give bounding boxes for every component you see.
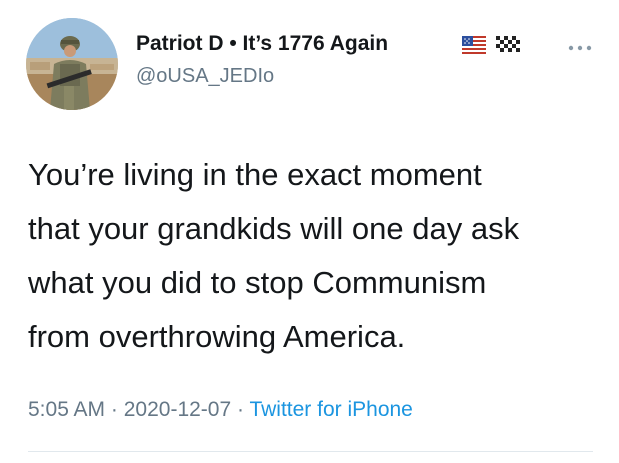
us-flag-icon [462,36,486,54]
avatar-soldier-image [26,18,118,110]
avatar[interactable] [26,18,118,110]
divider [28,451,593,452]
more-options-icon[interactable] [566,40,594,51]
meta-separator: · [105,398,124,421]
tweet-date[interactable]: 2020-12-07 [124,398,231,421]
meta-separator: · [231,398,250,421]
tweet-metadata: 5:05 AM · 2020-12-07 · Twitter for iPhon… [28,398,413,422]
tweet-source-link[interactable]: Twitter for iPhone [249,398,412,421]
tweet-card: Patriot D • It’s 1776 Again @oUSA_JEDIo … [0,0,619,463]
tweet-text-line: that your grandkids will one day ask [28,211,520,246]
tweet-time[interactable]: 5:05 AM [28,398,105,421]
tweet-text-line: You’re living in the exact moment [28,157,482,192]
tweet-text: You’re living in the exact moment that y… [28,148,608,364]
tweet-text-line: from overthrowing America. [28,319,406,354]
author-display-name[interactable]: Patriot D • It’s 1776 Again [136,32,388,56]
checkered-flag-icon [496,36,520,54]
tweet-text-line: what you did to stop Communism [28,265,487,300]
author-handle[interactable]: @oUSA_JEDIo [136,65,274,88]
